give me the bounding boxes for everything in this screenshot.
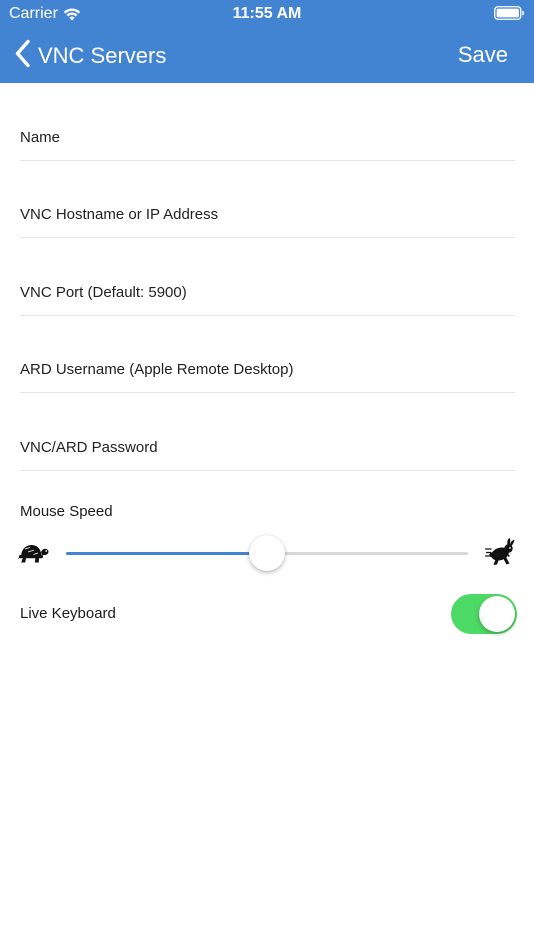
slider-fill [66, 552, 267, 555]
back-button-label: VNC Servers [38, 43, 167, 68]
mouse-speed-label: Mouse Speed [20, 503, 113, 520]
turtle-icon [18, 541, 50, 565]
back-button[interactable]: VNC Servers [14, 39, 166, 73]
status-time: 11:55 AM [232, 5, 302, 22]
live-keyboard-toggle[interactable] [451, 594, 517, 634]
save-button[interactable]: Save [458, 42, 508, 68]
name-field[interactable] [20, 128, 515, 146]
name-field-row [20, 83, 515, 161]
slider-thumb[interactable] [249, 535, 285, 571]
ard-username-field[interactable] [20, 361, 515, 378]
hostname-field-row [20, 161, 515, 238]
port-field[interactable] [20, 283, 515, 301]
battery-icon [494, 6, 525, 20]
navigation-bar: VNC Servers Save [0, 33, 534, 77]
mouse-speed-slider[interactable] [66, 535, 468, 571]
port-field-row [20, 238, 515, 316]
hostname-field[interactable] [20, 206, 515, 223]
status-bar: Carrier 11:55 AM [0, 0, 534, 28]
password-field-row [20, 393, 515, 471]
mouse-speed-slider-row [0, 530, 534, 576]
server-form [0, 83, 534, 471]
header: Carrier 11:55 AM VNC Servers Save [0, 0, 534, 83]
chevron-left-icon [14, 39, 31, 73]
live-keyboard-label: Live Keyboard [20, 605, 116, 622]
toggle-knob [479, 596, 515, 632]
rabbit-icon [484, 537, 517, 569]
password-field[interactable] [20, 438, 515, 456]
ard-username-field-row [20, 316, 515, 393]
